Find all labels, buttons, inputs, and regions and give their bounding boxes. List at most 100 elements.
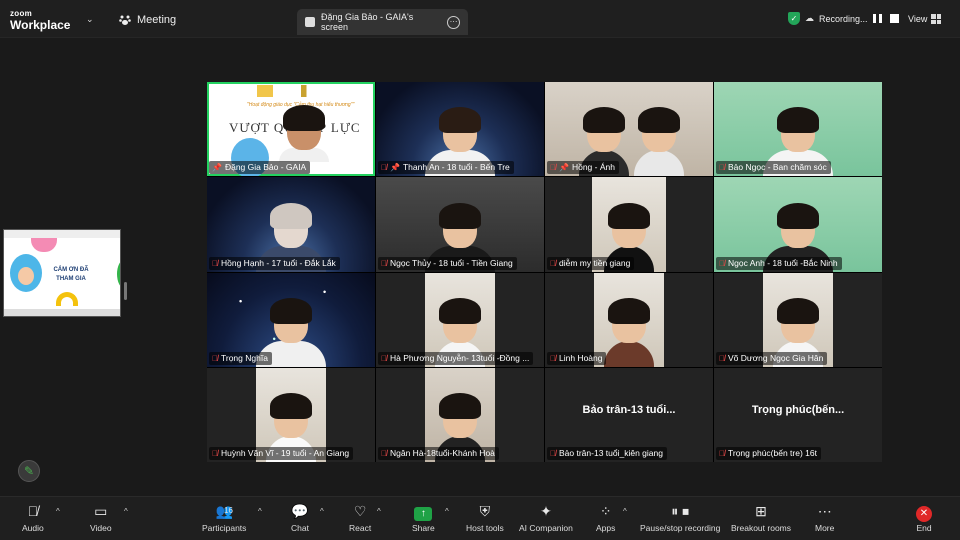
share-options-caret[interactable]: ^ (445, 507, 449, 516)
video-tile[interactable]: 🎙̸ 📌 Hồng - Ánh (545, 82, 713, 177)
grid-icon (931, 14, 942, 24)
mic-off-icon: 🎙̸ (381, 258, 387, 268)
video-tile[interactable]: 🎙̸ Ngọc Thủy - 18 tuổi - Tiền Giang (376, 177, 544, 272)
video-tile[interactable]: 🎙̸ diễm my tiền giang (545, 177, 713, 272)
apps-icon: ⁘ (599, 503, 612, 519)
breakout-icon: ⊞ (755, 503, 767, 519)
react-options-caret[interactable]: ^ (377, 507, 381, 516)
participants-button[interactable]: 👥 16 Participants (202, 501, 246, 533)
annotate-icon[interactable]: ✎ (18, 460, 40, 482)
side-scrollbar[interactable] (124, 282, 127, 300)
shield-check-icon: ✓ (788, 12, 800, 25)
mic-off-icon: 🎙̸ (212, 353, 218, 363)
mic-off-icon: 🎙̸ (550, 449, 556, 458)
participant-nametag: 🎙̸ Hồng Hạnh - 17 tuổi - Đắk Lắk (209, 256, 340, 270)
participant-nametag: 🎙̸ Linh Hoàng (547, 351, 607, 365)
apps-label: Apps (596, 523, 616, 533)
host-tools-button[interactable]: ⛨ Host tools (466, 501, 504, 533)
video-button[interactable]: ▭ Video (90, 501, 112, 533)
view-button[interactable]: View (908, 14, 942, 24)
participant-nametag: 🎙̸ Ngọc Thủy - 18 tuổi - Tiền Giang (378, 256, 517, 270)
video-tile[interactable]: 🎙̸ Ngọc Anh - 18 tuổi -Bắc Ninh (714, 177, 882, 272)
meeting-label: Meeting (137, 14, 177, 26)
chat-options-caret[interactable]: ^ (320, 507, 324, 516)
pause-icon: ⏸ ⏹ (671, 503, 690, 519)
pause-stop-recording-button[interactable]: ⏸ ⏹ Pause/stop recording (640, 501, 720, 533)
audio-button[interactable]: 🎙̸ Audio (22, 501, 44, 533)
screen-tab-title: Đặng Gia Bảo - GAIA's screen (321, 12, 414, 32)
participant-nametag: 🎙̸ Bảo Ngọc - Ban chăm sóc (716, 161, 831, 175)
end-button[interactable]: ✕ End (916, 501, 932, 533)
participants-count: 16 (224, 506, 233, 515)
share-label: Share (412, 523, 435, 533)
gallery-grid: "Hoạt động giáo dục "Cảm thụ hạt hiếu th… (207, 82, 882, 462)
participant-nametag: 📌 Đặng Gia Bảo - GAIA (209, 161, 311, 175)
view-label: View (908, 14, 928, 24)
screen-share-tab[interactable]: Đặng Gia Bảo - GAIA's screen ··· (297, 9, 468, 35)
participant-name: Đặng Gia Bảo - GAIA (224, 162, 307, 173)
shared-screen-thumbnail[interactable]: CẢM ƠN ĐÃ THAM GIA (3, 229, 121, 317)
video-tile[interactable]: Bảo trân-13 tuổi... 🎙̸ Bảo trân-13 tuổi_k… (545, 367, 713, 462)
video-tile[interactable]: 🎙̸ Hà Phương Nguyễn- 13tuổi -Đồng ... (376, 272, 544, 367)
apps-button[interactable]: ⁘ Apps (596, 501, 615, 533)
video-tile[interactable]: 🎙̸ Ngân Hà-18tuổi-Khánh Hoà (376, 367, 544, 462)
mic-off-icon: 🎙̸ (719, 163, 725, 173)
ai-companion-button[interactable]: ✦ AI Companion (519, 501, 573, 533)
participant-nametag: 🎙̸ Ngân Hà-18tuổi-Khánh Hoà (378, 447, 499, 460)
participant-name: Hồng Hạnh - 17 tuổi - Đắk Lắk (221, 257, 336, 268)
chevron-down-icon[interactable]: ⌄ (86, 14, 94, 25)
mic-off-icon: 🎙̸ (550, 163, 556, 173)
host-tools-label: Host tools (466, 523, 504, 533)
video-icon: ▭ (94, 503, 108, 519)
share-button[interactable]: ↑ Share (412, 501, 435, 533)
meeting-button[interactable]: Meeting (119, 14, 176, 26)
video-tile[interactable]: "Hoạt động giáo dục "Cảm thụ hạt hiếu th… (207, 82, 375, 177)
participant-nametag: 🎙̸ Huỳnh Văn Vĩ - 19 tuổi - An Giang (209, 447, 354, 460)
video-tile[interactable]: 🎙̸ 📌 Thanh An - 18 tuổi - Bến Tre (376, 82, 544, 177)
breakout-rooms-button[interactable]: ⊞ Breakout rooms (731, 501, 791, 533)
end-label: End (916, 523, 932, 533)
apps-options-caret[interactable]: ^ (623, 507, 627, 516)
chat-button[interactable]: 💬 Chat (291, 501, 309, 533)
participant-nametag: 🎙̸ 📌 Thanh An - 18 tuổi - Bến Tre (378, 161, 514, 175)
participants-options-caret[interactable]: ^ (258, 507, 262, 516)
more-icon[interactable]: ··· (447, 15, 460, 29)
more-button[interactable]: ⋯ More (815, 501, 834, 533)
mic-off-icon: 🎙̸ (719, 353, 725, 363)
participant-display-name: Trọng phúc(bến... (751, 403, 845, 416)
react-button[interactable]: ♡ React (349, 501, 371, 533)
pause-icon[interactable] (872, 14, 882, 23)
participant-name: Bảo Ngọc - Ban chăm sóc (728, 162, 827, 173)
participant-name: Linh Hoàng (559, 352, 603, 363)
video-tile[interactable]: 🎙̸ Trọng Nghĩa (207, 272, 375, 367)
video-tile[interactable]: 🎙̸ Hồng Hạnh - 17 tuổi - Đắk Lắk (207, 177, 375, 272)
stop-icon[interactable] (889, 14, 899, 23)
more-icon: ⋯ (817, 503, 832, 519)
video-tile[interactable]: 🎙̸ Huỳnh Văn Vĩ - 19 tuổi - An Giang (207, 367, 375, 462)
video-label: Video (90, 523, 112, 533)
top-bar: zoom Workplace ⌄ Meeting Đặng Gia Bảo - … (0, 0, 960, 38)
recording-indicator: ✓ ☁ Recording... (788, 12, 899, 25)
sparkle-icon: ✦ (540, 503, 552, 519)
breakout-rooms-label: Breakout rooms (731, 523, 791, 533)
participant-name: Võ Dương Ngọc Gia Hân (728, 352, 824, 363)
participant-name: Trọng phúc(bến tre) 16t (728, 448, 817, 458)
mic-off-icon: 🎙̸ (212, 258, 218, 268)
video-options-caret[interactable]: ^ (124, 507, 128, 516)
participant-name: Hà Phương Nguyễn- 13tuổi -Đồng ... (390, 352, 530, 363)
audio-options-caret[interactable]: ^ (56, 507, 60, 516)
participant-nametag: 🎙̸ Ngọc Anh - 18 tuổi -Bắc Ninh (716, 256, 842, 270)
video-tile[interactable]: 🎙̸ Linh Hoàng (545, 272, 713, 367)
recording-label: Recording... (819, 13, 868, 24)
shield-icon: ⛨ (479, 503, 491, 519)
video-tile[interactable]: Trọng phúc(bến... 🎙̸ Trọng phúc(bến tre) … (714, 367, 882, 462)
more-label: More (815, 523, 835, 533)
participant-nametag: 🎙̸ diễm my tiền giang (547, 256, 635, 270)
decor-shape (18, 267, 34, 285)
pin-icon: 📌 (559, 163, 569, 173)
participant-figure (603, 297, 654, 367)
chat-icon: 💬 (291, 503, 309, 519)
video-tile[interactable]: 🎙̸ Bảo Ngọc - Ban chăm sóc (714, 82, 882, 177)
video-tile[interactable]: 🎙̸ Võ Dương Ngọc Gia Hân (714, 272, 882, 367)
pause-stop-recording-label: Pause/stop recording (640, 523, 721, 533)
